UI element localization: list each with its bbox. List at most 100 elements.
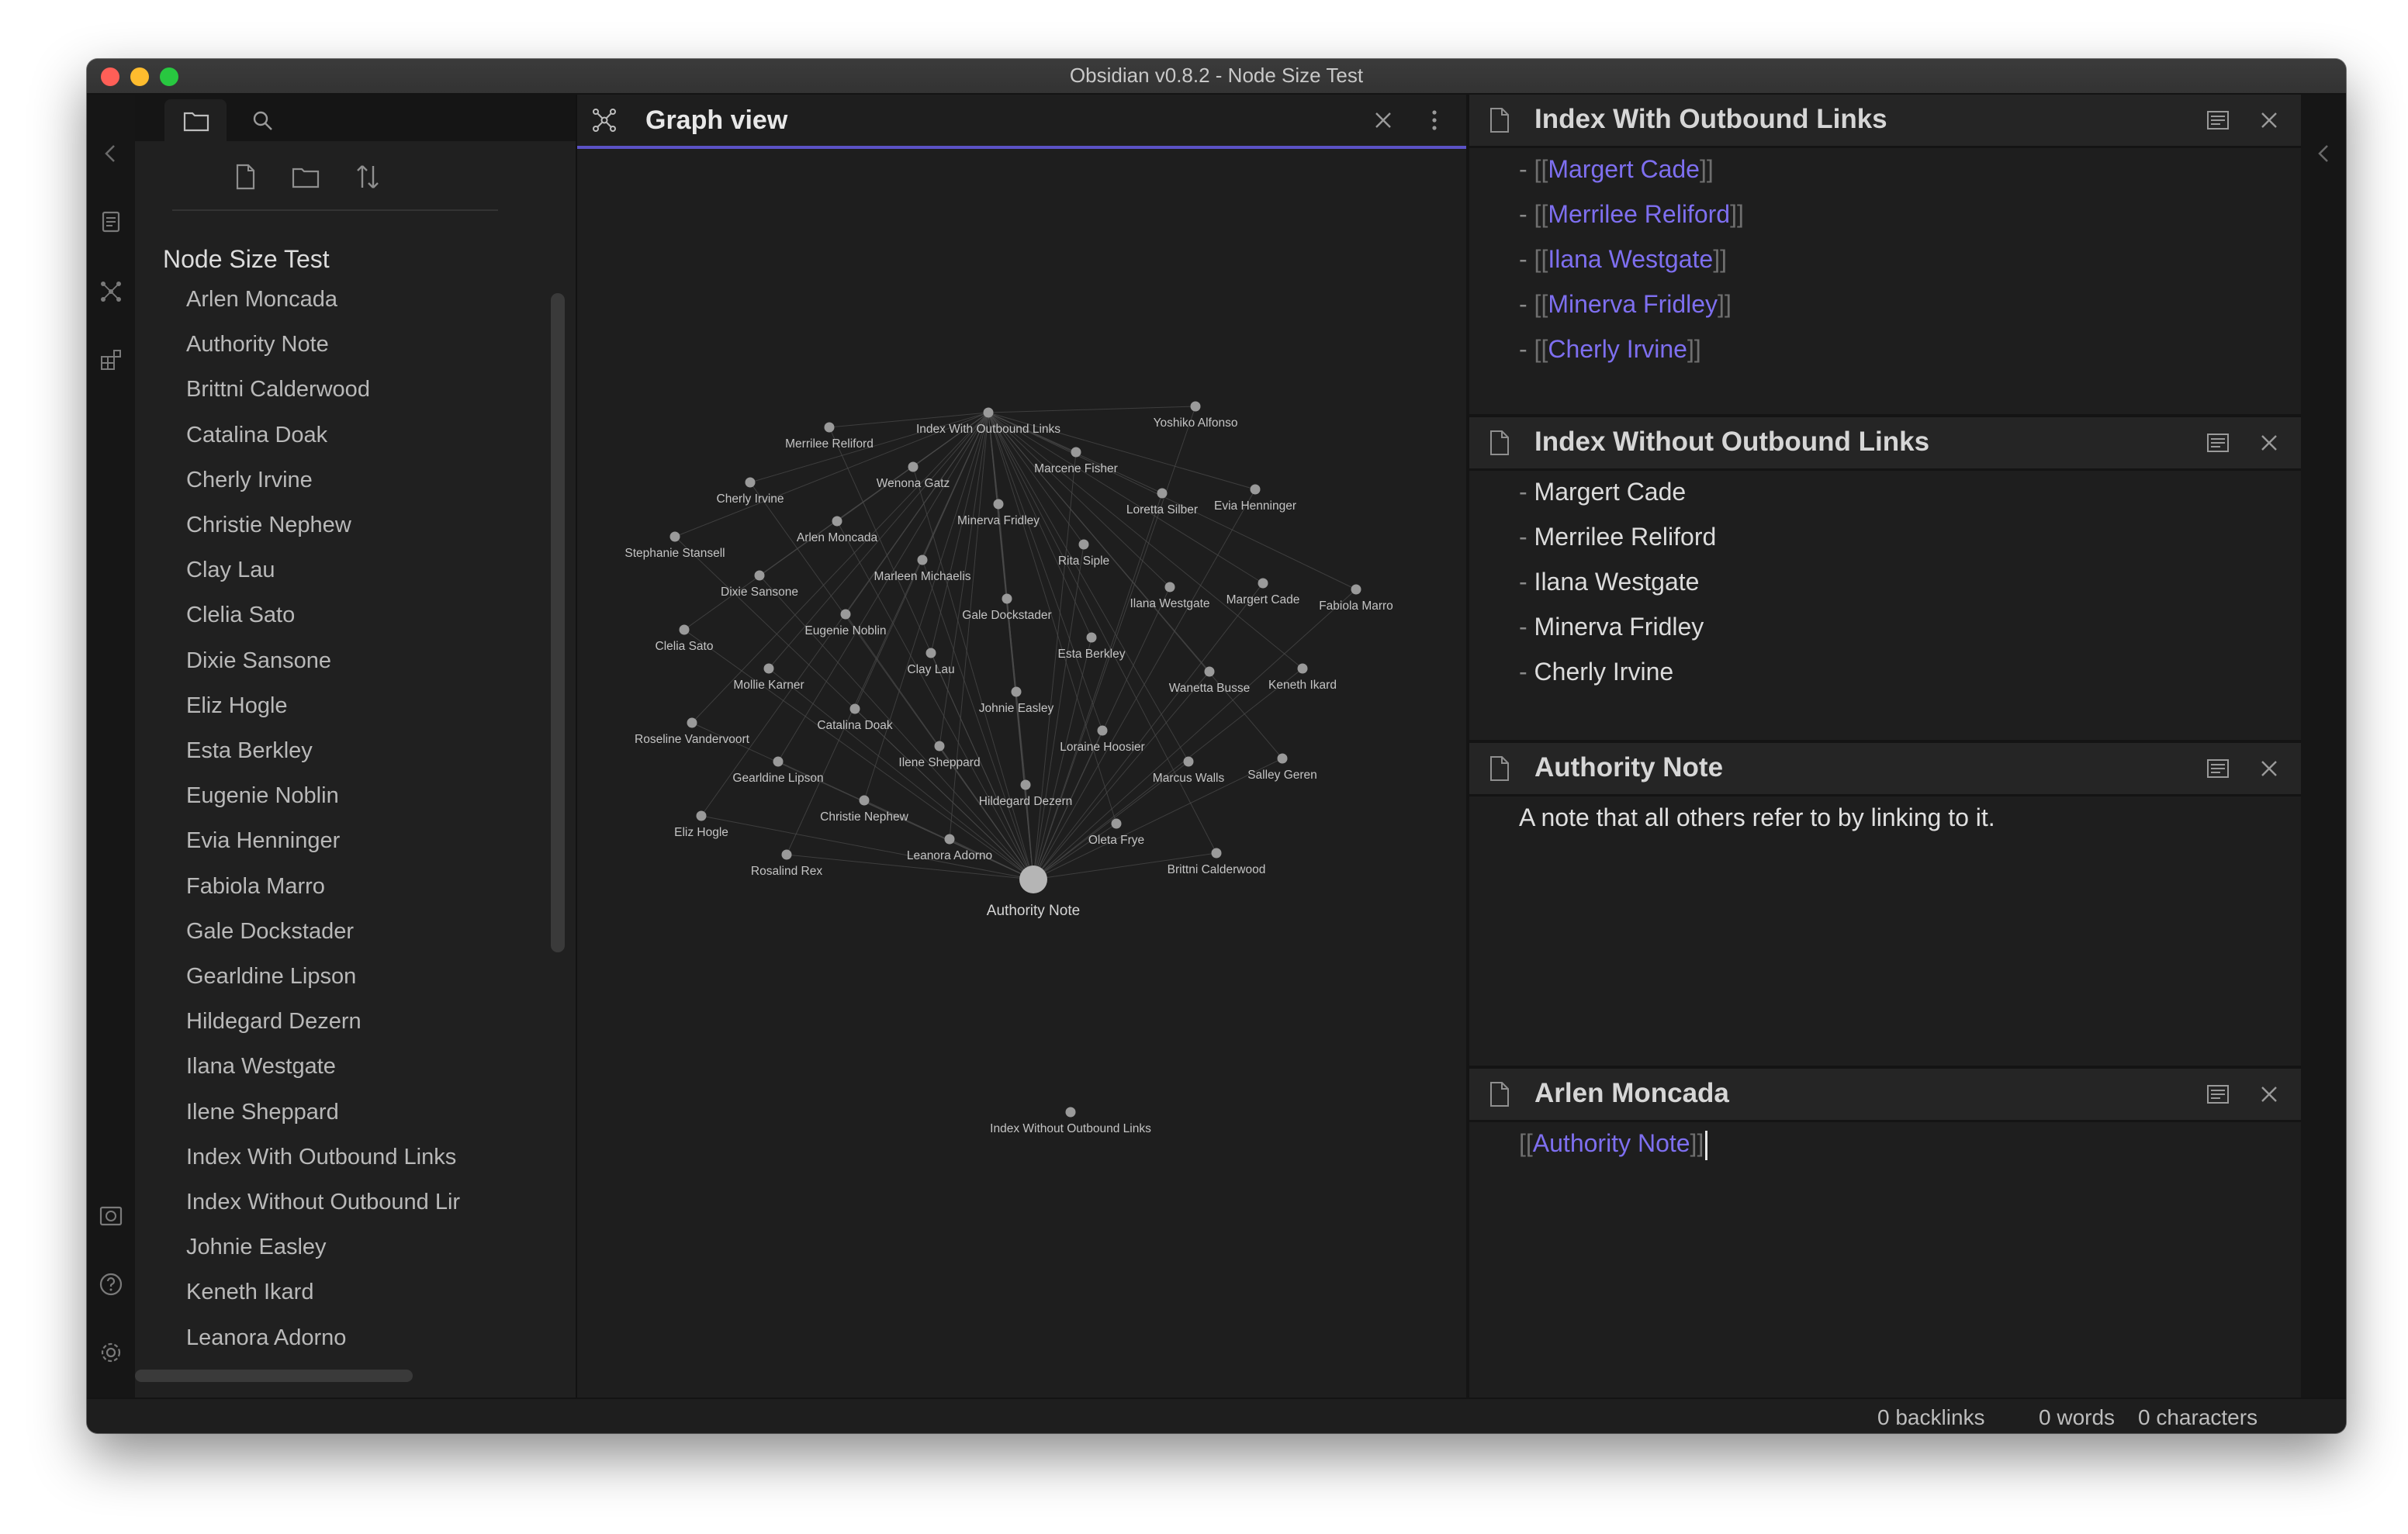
file-item[interactable]: Ilana Westgate [186, 1054, 538, 1080]
graph-node[interactable] [1258, 578, 1268, 589]
reading-view-icon[interactable] [2203, 105, 2233, 135]
graph-node[interactable] [1086, 632, 1097, 643]
file-item[interactable]: Index Without Outbound Lir [186, 1190, 538, 1215]
help-icon[interactable] [97, 1270, 125, 1298]
file-item[interactable]: Cherly Irvine [186, 468, 538, 493]
file-item[interactable]: Dixie Sansone [186, 648, 538, 674]
graph-node[interactable] [1297, 663, 1308, 674]
graph-node[interactable] [1164, 582, 1175, 593]
graph-node[interactable] [679, 624, 690, 635]
graph-node[interactable] [745, 477, 756, 488]
graph-node[interactable] [1204, 666, 1215, 677]
file-item[interactable]: Christie Nephew [186, 513, 538, 538]
graph-node[interactable] [944, 834, 955, 845]
graph-node[interactable] [1019, 865, 1047, 893]
settings-icon[interactable] [97, 1339, 125, 1366]
reading-view-icon[interactable] [2203, 428, 2233, 458]
file-item[interactable]: Leanora Adorno [186, 1325, 538, 1351]
file-item[interactable]: Catalina Doak [186, 423, 538, 448]
graph-node[interactable] [669, 531, 680, 542]
file-item[interactable]: Esta Berkley [186, 738, 538, 764]
internal-link[interactable]: Authority Note [1533, 1129, 1690, 1157]
file-list-scrollbar[interactable] [551, 293, 565, 952]
file-item[interactable]: Clelia Sato [186, 603, 538, 628]
graph-node[interactable] [1002, 593, 1012, 604]
graph-node[interactable] [1211, 848, 1222, 859]
collapse-right-icon[interactable] [2310, 140, 2338, 168]
graph-node[interactable] [859, 795, 870, 806]
reading-view-icon[interactable] [2203, 1080, 2233, 1109]
vault-name[interactable]: Node Size Test [163, 245, 330, 274]
open-quick-switcher-icon[interactable] [97, 208, 125, 236]
file-item[interactable]: Evia Henninger [186, 828, 538, 854]
graph-node[interactable] [925, 648, 936, 658]
note-editor[interactable]: - [[Margert Cade]] - [[Merrilee Reliford]… [1519, 146, 2332, 414]
graph-node[interactable] [1250, 484, 1261, 495]
internal-link[interactable]: Margert Cade [1548, 155, 1700, 183]
file-item[interactable]: Fabiola Marro [186, 874, 538, 900]
graph-node[interactable] [917, 555, 928, 565]
graph-node[interactable] [934, 741, 945, 751]
graph-node[interactable] [696, 810, 707, 821]
file-item[interactable]: Hildegard Dezern [186, 1009, 538, 1035]
sort-icon[interactable] [352, 161, 383, 192]
graph-node[interactable] [1071, 447, 1081, 458]
graph-node[interactable] [687, 717, 697, 728]
close-icon[interactable] [2254, 754, 2284, 783]
graph-node[interactable] [1078, 539, 1089, 550]
file-item[interactable]: Keneth Ikard [186, 1280, 538, 1305]
internal-link[interactable]: Merrilee Reliford [1548, 200, 1730, 228]
file-item[interactable]: Authority Note [186, 332, 538, 358]
graph-node[interactable] [754, 570, 765, 581]
search-tab[interactable] [231, 99, 293, 141]
note-editor[interactable]: A note that all others refer to by linki… [1519, 794, 2332, 1066]
internal-link[interactable]: Minerva Fridley [1548, 290, 1718, 318]
internal-link[interactable]: Ilana Westgate [1548, 245, 1713, 273]
file-item[interactable]: Index With Outbound Links [186, 1145, 538, 1170]
file-item[interactable]: Brittni Calderwood [186, 377, 538, 403]
internal-link[interactable]: Cherly Irvine [1548, 335, 1687, 363]
file-item[interactable]: Eliz Hogle [186, 693, 538, 719]
graph-node[interactable] [824, 422, 835, 433]
file-item[interactable]: Gearldine Lipson [186, 964, 538, 990]
graph-node[interactable] [1065, 1107, 1076, 1118]
file-item[interactable]: Clay Lau [186, 558, 538, 583]
note-editor[interactable]: [[Authority Note]] [1519, 1120, 2332, 1398]
graph-node[interactable] [763, 663, 774, 674]
graph-node[interactable] [908, 461, 919, 472]
more-options-icon[interactable] [1420, 105, 1449, 135]
graph-node[interactable] [1190, 401, 1201, 412]
graph-node[interactable] [993, 499, 1004, 510]
backlinks-count[interactable]: 0 backlinks [1877, 1405, 1985, 1430]
graph-node[interactable] [832, 516, 842, 527]
graph-node[interactable] [1183, 756, 1194, 767]
file-item[interactable]: Arlen Moncada [186, 287, 538, 313]
file-list-horizontal-scrollbar[interactable] [135, 1370, 413, 1382]
file-item[interactable]: Johnie Easley [186, 1235, 538, 1260]
graph-node[interactable] [1351, 584, 1361, 595]
graph-node[interactable] [1020, 779, 1031, 790]
plugins-icon[interactable] [97, 346, 125, 374]
close-icon[interactable] [1368, 105, 1398, 135]
close-icon[interactable] [2254, 105, 2284, 135]
graph-node[interactable] [773, 756, 784, 767]
collapse-left-icon[interactable] [97, 140, 125, 168]
graph-node[interactable] [1097, 725, 1108, 736]
file-item[interactable]: Ilene Sheppard [186, 1100, 538, 1125]
graph-canvas[interactable]: Index With Outbound Links Yoshiko Alfonso… [577, 149, 1468, 1398]
graph-node[interactable] [849, 703, 860, 714]
file-item[interactable]: Gale Dockstader [186, 919, 538, 945]
close-icon[interactable] [2254, 1080, 2284, 1109]
graph-node[interactable] [1111, 818, 1122, 829]
graph-node[interactable] [1277, 753, 1288, 764]
close-icon[interactable] [2254, 428, 2284, 458]
file-explorer-tab[interactable] [164, 99, 227, 141]
graph-view-icon[interactable] [97, 278, 125, 306]
graph-node[interactable] [1157, 488, 1168, 499]
file-item[interactable]: Eugenie Noblin [186, 783, 538, 809]
open-vault-icon[interactable] [97, 1202, 125, 1230]
graph-node[interactable] [840, 609, 851, 620]
graph-node[interactable] [983, 407, 994, 418]
graph-node[interactable] [1011, 686, 1022, 697]
graph-node[interactable] [781, 849, 792, 860]
